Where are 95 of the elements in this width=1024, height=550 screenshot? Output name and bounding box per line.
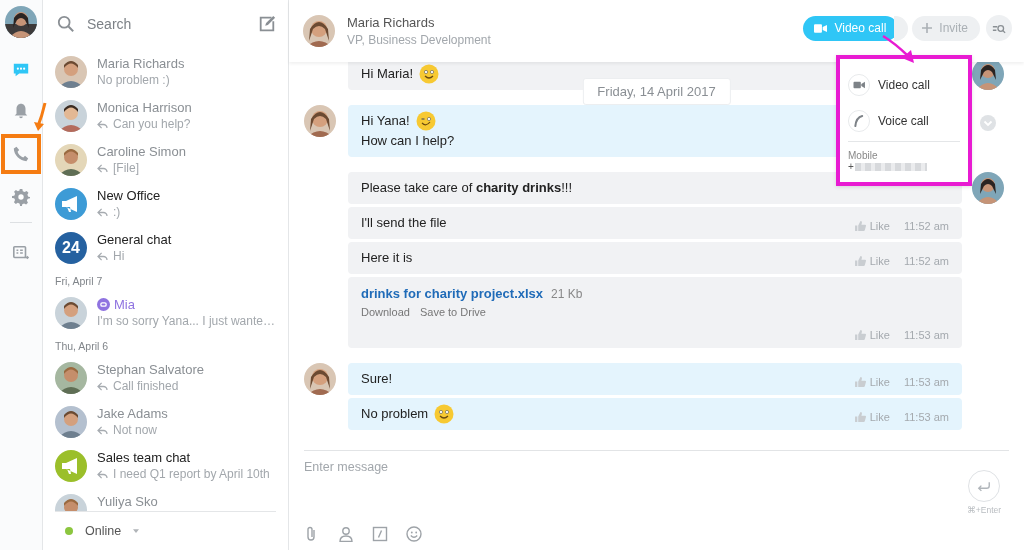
chat-icon[interactable]	[12, 61, 30, 79]
message-input[interactable]: Enter message	[304, 459, 959, 475]
contact-name: New Office	[97, 188, 161, 203]
message-preview: [File]	[113, 161, 139, 175]
search-field[interactable]: Search	[85, 15, 229, 33]
contact-name: Monica Harrison	[97, 100, 192, 115]
invite-button[interactable]: Invite	[912, 15, 980, 41]
status-selector[interactable]: Online	[55, 511, 276, 550]
thumbs-up-icon	[854, 221, 866, 231]
video-camera-icon	[814, 23, 828, 33]
caret-icon	[133, 529, 140, 533]
file-size: 21 Kb	[551, 287, 583, 301]
message-time: 11:53 am	[903, 329, 949, 341]
message-preview: Hi	[113, 249, 125, 263]
smiley-icon	[419, 64, 439, 84]
contact-name: General chat	[97, 232, 172, 247]
phone-number: +	[848, 161, 854, 172]
thumbs-up-icon	[854, 412, 866, 422]
shortcut-hint: ⌘+Enter	[966, 505, 1002, 515]
message-text: Hi Maria!	[361, 65, 413, 83]
message-time: 11:52 am	[903, 255, 949, 267]
contact-name: Yuliya Sko	[97, 494, 158, 509]
message-preview: No problem :)	[97, 73, 170, 87]
board-icon[interactable]	[12, 244, 30, 262]
message-preview: I'm so sorry Yana... I just wante…	[97, 314, 275, 328]
contact-name: Stephan Salvatore	[97, 362, 204, 377]
smiley-icon	[434, 404, 455, 424]
return-arrow-icon	[977, 480, 991, 492]
chevron-down-icon[interactable]	[980, 115, 996, 131]
message-text: Please take care of charity drinks!!!	[361, 179, 572, 197]
like-button[interactable]: Like	[854, 220, 890, 232]
settings-icon[interactable]	[12, 188, 30, 206]
chat-item[interactable]: Sales team chat I need Q1 report by April 10th	[43, 444, 288, 488]
menu-item-label: Video call	[878, 78, 930, 92]
chat-item[interactable]: New Office :)	[43, 182, 288, 226]
message-preview: I need Q1 report by April 10th	[113, 467, 270, 481]
message-text: Sure!	[361, 370, 393, 388]
contact-name: Caroline Simon	[97, 144, 186, 159]
chat-item[interactable]: Maria Richards No problem :)	[43, 50, 288, 94]
message-text: Hi Yana!	[361, 112, 410, 130]
date-label: Thu, April 6	[54, 339, 110, 354]
plus-icon	[922, 23, 933, 33]
contact-name: Maria Richards	[97, 56, 185, 71]
chat-item[interactable]: 24 General chat Hi	[43, 226, 288, 270]
message-preview: Not now	[113, 423, 158, 437]
message-preview: Call finished	[113, 379, 179, 393]
command-icon[interactable]	[372, 526, 388, 542]
chat-item[interactable]: Mia I'm so sorry Yana... I just wante…	[43, 291, 288, 335]
menu-item-label: Voice call	[878, 114, 929, 128]
like-button[interactable]: Like	[854, 411, 890, 423]
handset-icon	[848, 110, 870, 132]
message-preview: Can you help?	[113, 117, 191, 131]
message-text: How can I help?	[361, 132, 455, 150]
chat-item[interactable]: Jake Adams Not now	[43, 400, 288, 444]
thumbs-up-icon	[854, 256, 866, 266]
contact-name: Maria Richards	[347, 15, 436, 30]
chat-item[interactable]: Monica Harrison Can you help?	[43, 94, 288, 138]
search-icon	[57, 15, 75, 33]
thumbs-up-icon	[854, 377, 866, 387]
status-label: Online	[85, 524, 122, 538]
chat-item[interactable]: Stephan Salvatore Call finished	[43, 356, 288, 400]
bell-icon[interactable]	[12, 102, 30, 120]
message-text: Here it is	[361, 249, 413, 267]
message-text: I'll send the file	[361, 214, 447, 232]
phone-type-label: Mobile	[848, 150, 879, 161]
contact-title: VP, Business Development	[347, 33, 492, 47]
contact-icon[interactable]	[338, 526, 354, 542]
contact-name: Mia	[114, 297, 135, 312]
like-button[interactable]: Like	[854, 376, 890, 388]
file-link[interactable]: drinks for charity project.xlsx	[361, 286, 544, 301]
message-time: 11:52 am	[903, 220, 949, 232]
like-button[interactable]: Like	[854, 255, 890, 267]
message-preview: :)	[113, 205, 121, 219]
chat-avatar: 24	[55, 232, 87, 264]
message-time: 11:53 am	[903, 411, 949, 423]
search-messages-button[interactable]	[986, 15, 1012, 41]
pointer-arrow	[33, 102, 47, 132]
winking-face-icon	[415, 111, 436, 131]
chat-item[interactable]: Yuliya Sko	[43, 488, 288, 511]
date-label: Fri, April 7	[54, 274, 104, 289]
emoji-icon[interactable]	[406, 526, 422, 542]
like-button[interactable]: Like	[854, 329, 890, 341]
thumbs-up-icon	[854, 330, 866, 340]
contact-name: Jake Adams	[97, 406, 168, 421]
send-button[interactable]	[968, 470, 1000, 502]
phone-icon[interactable]	[12, 145, 30, 163]
search-list-icon	[992, 22, 1006, 34]
message-text: No problem	[361, 405, 429, 423]
message-time: 11:53 am	[903, 376, 949, 388]
file-action-link[interactable]: Save to Drive	[419, 306, 486, 318]
chat-item[interactable]: Caroline Simon [File]	[43, 138, 288, 182]
contact-name: Sales team chat	[97, 450, 191, 465]
compose-icon[interactable]	[258, 15, 276, 33]
video-camera-icon	[848, 74, 870, 96]
file-action-link[interactable]: Download	[361, 306, 410, 318]
